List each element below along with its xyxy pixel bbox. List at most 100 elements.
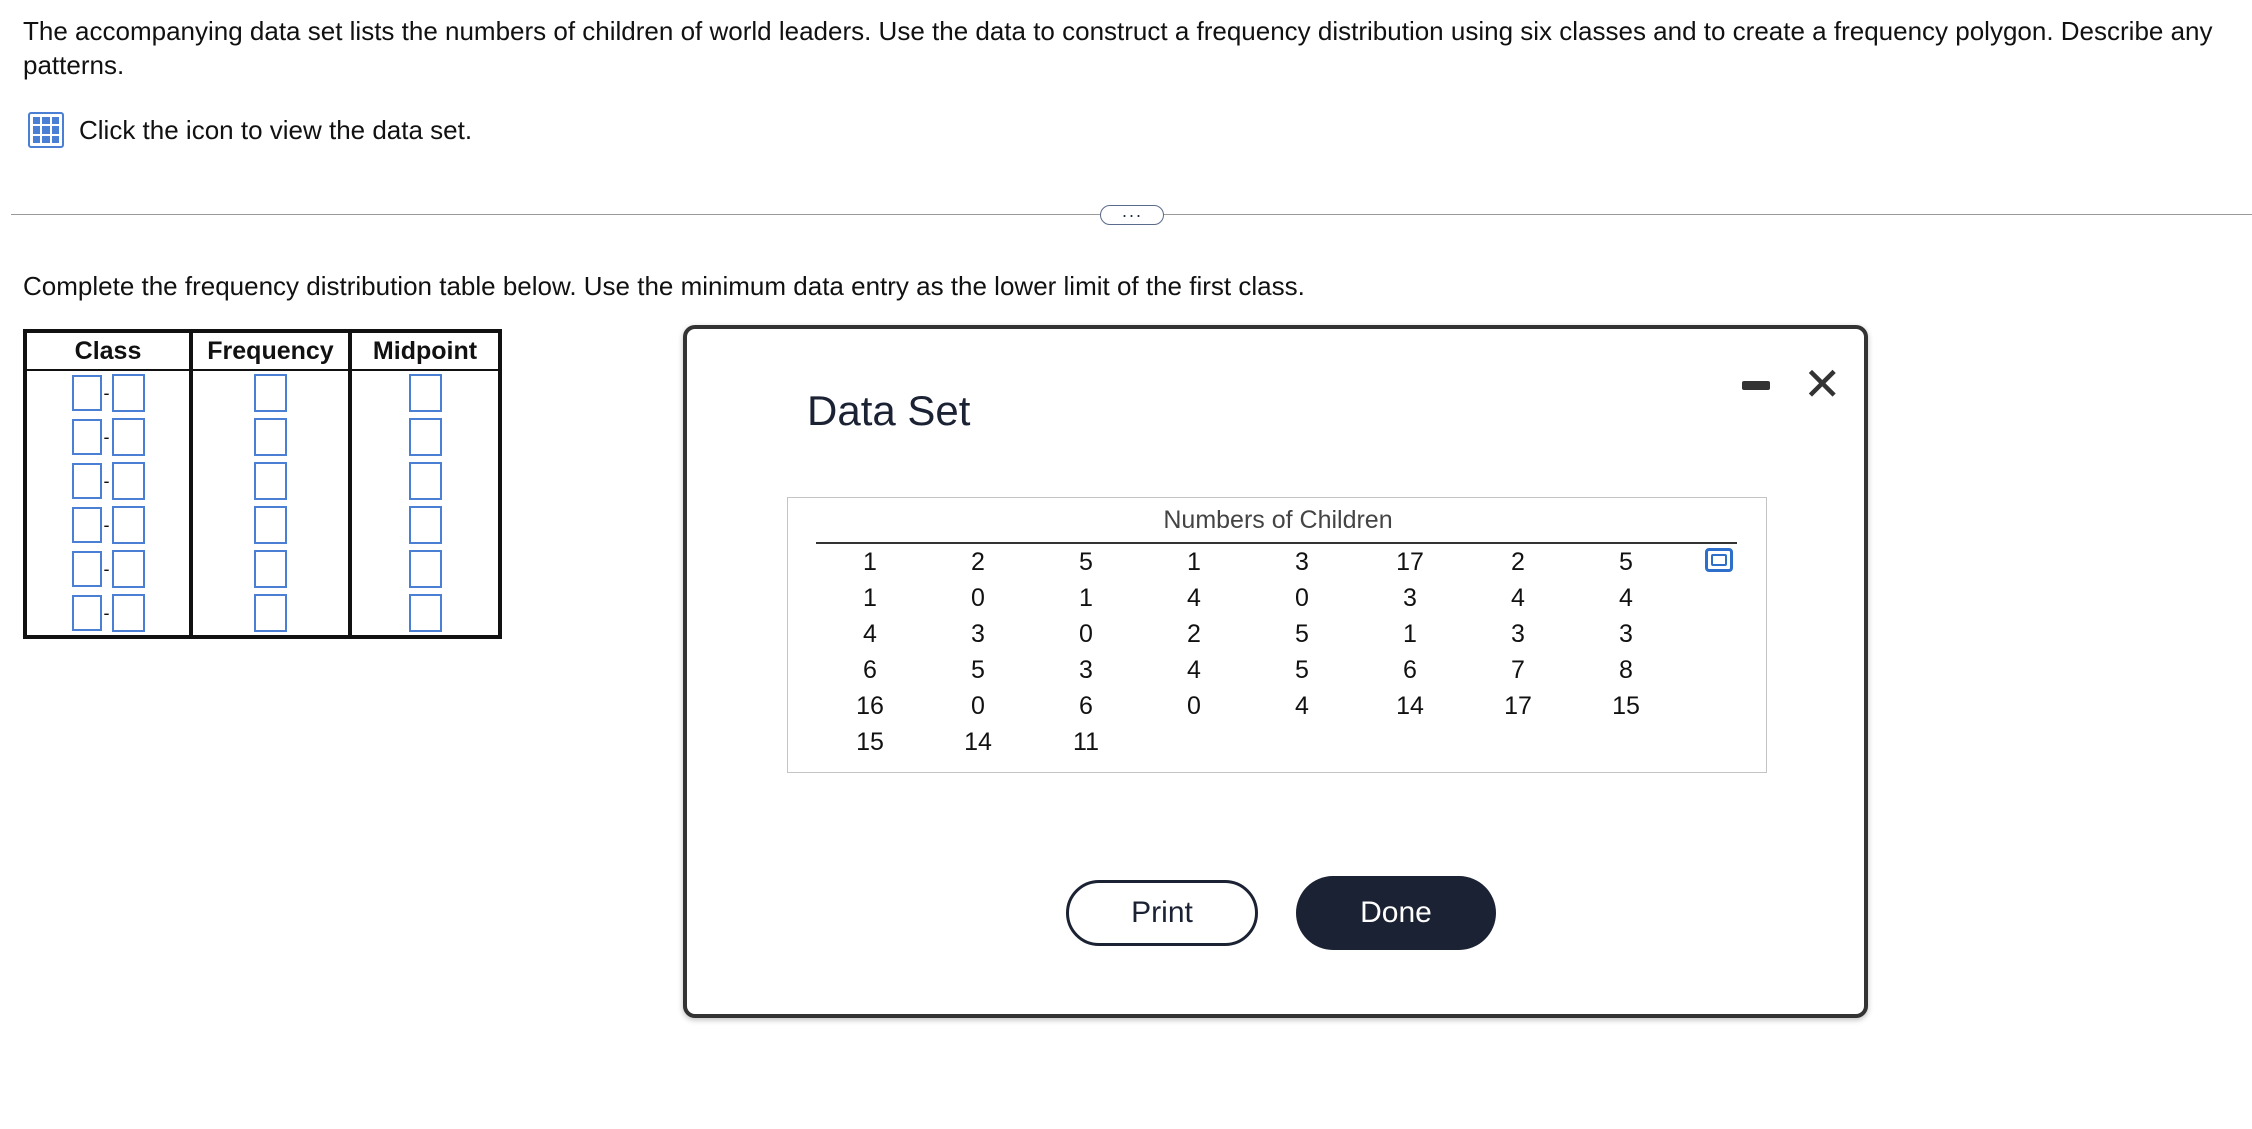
dataset-link-label: Click the icon to view the data set. bbox=[79, 114, 473, 145]
lower-limit-input[interactable] bbox=[71, 375, 102, 411]
midpoint-input[interactable] bbox=[408, 374, 442, 412]
lower-limit-input[interactable] bbox=[71, 463, 102, 499]
frequency-cell bbox=[191, 547, 352, 591]
data-value: 0 bbox=[1079, 619, 1093, 648]
frequency-input[interactable] bbox=[254, 506, 287, 544]
frequency-input[interactable] bbox=[254, 550, 287, 588]
upper-limit-input[interactable] bbox=[111, 462, 145, 500]
table-grid-icon[interactable] bbox=[28, 112, 64, 148]
data-value bbox=[1464, 724, 1572, 760]
data-value: 16 bbox=[856, 691, 884, 720]
data-caption: Numbers of Children bbox=[1163, 506, 1393, 534]
expand-more-button[interactable]: ··· bbox=[1100, 205, 1164, 225]
instruction-text: Complete the frequency distribution tabl… bbox=[23, 271, 1305, 301]
data-value: 7 bbox=[1511, 655, 1525, 684]
class-separator: - bbox=[103, 602, 110, 623]
data-value: 4 bbox=[1511, 583, 1525, 612]
data-value: 17 bbox=[1396, 547, 1424, 576]
data-row: 15 14 11 bbox=[816, 724, 1680, 760]
data-value: 4 bbox=[1187, 583, 1201, 612]
upper-limit-input[interactable] bbox=[111, 550, 145, 588]
midpoint-cell bbox=[350, 459, 500, 503]
frequency-cell bbox=[191, 459, 352, 503]
midpoint-input[interactable] bbox=[408, 506, 442, 544]
data-value: 5 bbox=[1619, 547, 1633, 576]
frequency-row: - bbox=[25, 591, 500, 637]
data-value: 4 bbox=[1187, 655, 1201, 684]
lower-limit-input[interactable] bbox=[71, 595, 102, 631]
question-text: The accompanying data set lists the numb… bbox=[23, 16, 2213, 80]
data-value: 3 bbox=[1619, 619, 1633, 648]
class-cell: - bbox=[25, 459, 193, 503]
data-value: 2 bbox=[1511, 547, 1525, 576]
frequency-input[interactable] bbox=[254, 374, 287, 412]
frequency-input[interactable] bbox=[254, 418, 287, 456]
print-button[interactable]: Print bbox=[1066, 880, 1258, 946]
data-value: 0 bbox=[1187, 691, 1201, 720]
class-separator: - bbox=[103, 426, 110, 447]
class-cell: - bbox=[25, 591, 193, 637]
midpoint-input[interactable] bbox=[408, 594, 442, 632]
upper-limit-input[interactable] bbox=[111, 418, 145, 456]
minimize-icon[interactable] bbox=[1742, 381, 1770, 390]
class-cell: - bbox=[25, 503, 193, 547]
lower-limit-input[interactable] bbox=[71, 419, 102, 455]
data-value: 1 bbox=[1403, 619, 1417, 648]
data-value: 1 bbox=[1079, 583, 1093, 612]
data-value: 0 bbox=[971, 691, 985, 720]
close-icon[interactable]: ✕ bbox=[1803, 361, 1842, 407]
frequency-row: - bbox=[25, 547, 500, 591]
data-value: 2 bbox=[1187, 619, 1201, 648]
data-value: 8 bbox=[1619, 655, 1633, 684]
dialog-title: Data Set bbox=[807, 387, 971, 434]
data-value bbox=[1356, 724, 1464, 760]
frequency-row: - bbox=[25, 503, 500, 547]
class-cell: - bbox=[25, 547, 193, 591]
copy-icon[interactable] bbox=[1705, 548, 1733, 572]
done-button[interactable]: Done bbox=[1296, 876, 1496, 950]
data-value: 5 bbox=[1295, 619, 1309, 648]
frequency-input[interactable] bbox=[254, 594, 287, 632]
frequency-input[interactable] bbox=[254, 462, 287, 500]
data-row: 6 5 3 4 5 6 7 8 bbox=[816, 652, 1680, 688]
data-value: 14 bbox=[964, 727, 992, 756]
dataset-link[interactable]: Click the icon to view the data set. bbox=[28, 112, 472, 148]
data-value: 14 bbox=[1396, 691, 1424, 720]
upper-limit-input[interactable] bbox=[111, 506, 145, 544]
data-value: 6 bbox=[1403, 655, 1417, 684]
midpoint-cell bbox=[350, 370, 500, 415]
data-row: 4 3 0 2 5 1 3 3 bbox=[816, 616, 1680, 652]
midpoint-cell bbox=[350, 591, 500, 637]
frequency-row: - bbox=[25, 459, 500, 503]
data-value bbox=[1140, 724, 1248, 760]
midpoint-input[interactable] bbox=[408, 550, 442, 588]
upper-limit-input[interactable] bbox=[111, 594, 145, 632]
midpoint-cell bbox=[350, 503, 500, 547]
data-value: 0 bbox=[1295, 583, 1309, 612]
midpoint-input[interactable] bbox=[408, 462, 442, 500]
data-value: 0 bbox=[971, 583, 985, 612]
data-value: 1 bbox=[1187, 547, 1201, 576]
frequency-cell bbox=[191, 503, 352, 547]
data-value: 4 bbox=[863, 619, 877, 648]
upper-limit-input[interactable] bbox=[111, 374, 145, 412]
data-value: 3 bbox=[1295, 547, 1309, 576]
class-separator: - bbox=[103, 514, 110, 535]
data-grid: 1 2 5 1 3 17 2 5 1 0 1 4 0 3 4 4 4 3 0 2 5 1 3 3 6 5 3 4 5 6 7 8 16 0 6 0 4 1… bbox=[816, 544, 1680, 760]
data-value: 15 bbox=[1612, 691, 1640, 720]
class-cell: - bbox=[25, 415, 193, 459]
data-value: 5 bbox=[1295, 655, 1309, 684]
lower-limit-input[interactable] bbox=[71, 507, 102, 543]
header-midpoint: Midpoint bbox=[350, 331, 500, 371]
data-value: 6 bbox=[1079, 691, 1093, 720]
midpoint-input[interactable] bbox=[408, 418, 442, 456]
frequency-cell bbox=[191, 591, 352, 637]
midpoint-cell bbox=[350, 415, 500, 459]
lower-limit-input[interactable] bbox=[71, 551, 102, 587]
data-value: 5 bbox=[971, 655, 985, 684]
data-row: 1 2 5 1 3 17 2 5 bbox=[816, 544, 1680, 580]
data-value: 5 bbox=[1079, 547, 1093, 576]
data-set-dialog: Data Set ✕ Numbers of Children 1 2 5 1 3 17 2 5… bbox=[683, 325, 1868, 1018]
data-value: 3 bbox=[1079, 655, 1093, 684]
data-value bbox=[1572, 724, 1680, 760]
